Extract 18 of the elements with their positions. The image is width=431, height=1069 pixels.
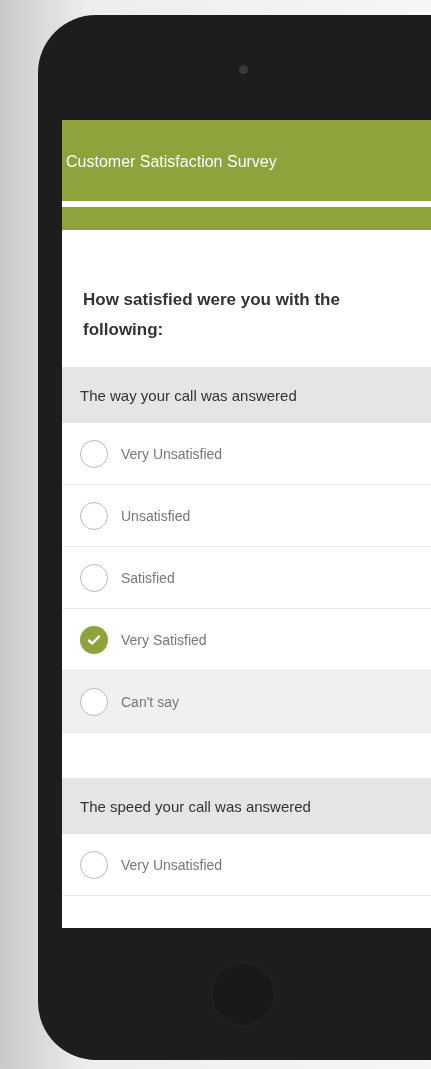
option-label: Unsatisfied — [121, 507, 191, 524]
section-heading: The way your call was answered — [62, 367, 431, 423]
radio-button[interactable] — [80, 563, 108, 592]
option-label: Very Satisfied — [121, 631, 207, 648]
radio-button[interactable] — [80, 625, 108, 654]
option-label: Satisfied — [121, 569, 175, 586]
radio-button[interactable] — [80, 850, 108, 879]
radio-option[interactable]: Can't say — [62, 671, 431, 733]
option-label: Very Unsatisfied — [121, 856, 223, 873]
section-heading: The speed your call was answered — [62, 778, 431, 834]
radio-button[interactable] — [80, 439, 108, 468]
speaker-icon — [238, 65, 248, 74]
radio-button[interactable] — [80, 501, 108, 530]
option-label: Can't say — [121, 693, 179, 710]
option-label: Very Unsatisfied — [121, 445, 223, 462]
question-text: How satisfied were you with the following: — [82, 289, 341, 341]
radio-button[interactable] — [80, 687, 108, 716]
survey-title: Customer Satisfaction Survey — [65, 153, 278, 171]
